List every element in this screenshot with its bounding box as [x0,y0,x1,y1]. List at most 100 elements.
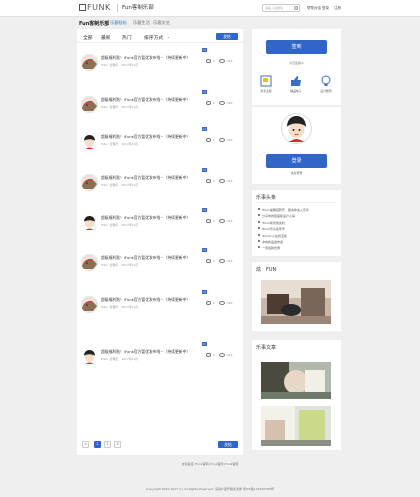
logo-mark-icon [79,4,86,11]
eye-icon [219,138,225,142]
post-title[interactable]: 超级福利贴！iFunk官方暂优发布啦~（持续更新中） [101,349,190,355]
tab-all[interactable]: 全部 [83,34,93,41]
subnav-item-life[interactable]: 乐客生活 [133,20,150,26]
comment-count: 1 [213,353,215,357]
avatar[interactable] [81,254,98,271]
subnav-item-art[interactable]: 乐客文艺 [153,20,170,26]
featured-posts-link[interactable]: 精品帖子 [283,75,309,93]
fun-photo[interactable] [261,280,331,324]
post-row[interactable]: 超级福利贴！iFunk官方暂优发布啦~（持续更新中） Hiter 管理员 2017… [77,48,243,84]
post-group: 管理员 [109,305,119,309]
tab-latest[interactable]: 最新 [101,34,111,41]
subnav-item-relax[interactable]: 乐客轻松 [110,20,127,26]
comment-icon [206,59,211,63]
news-title: 乐事头条 [256,195,277,201]
page-3-button[interactable]: 3 [114,441,121,448]
post-meta: Hiter 管理员 2017年11月 [101,263,138,267]
avatar[interactable] [81,174,98,191]
post-group: 管理员 [109,263,119,267]
page-2-button[interactable]: 2 [104,441,111,448]
article-photo-2[interactable] [261,406,331,446]
post-row[interactable]: 超级福利贴！iFunk官方暂优发布啦~（持续更新中） Hiter 管理员 2017… [77,342,243,378]
post-button[interactable]: 发帖 [216,33,238,40]
top-header: FUNK Fun客制乐部 请输入关键词 帮帮对话 登录 注册 [0,0,420,17]
sign-button[interactable]: 签到 [266,40,327,54]
news-item[interactable]: iFunk暑期招聘开，邀请你加入乐享 [258,208,309,212]
avatar[interactable] [81,296,98,313]
news-item[interactable]: 冲向新品发布会 [258,240,283,244]
article-photo-1[interactable] [261,362,331,399]
post-row[interactable]: 超级福利贴！iFunk官方暂优发布啦~（持续更新中） Hiter 管理员 2017… [77,208,243,244]
post-meta: Hiter 管理员 2017年11月 [101,305,138,309]
post-button-bottom[interactable]: 发帖 [218,441,238,448]
post-author[interactable]: Hiter [101,263,108,267]
icon-label: 新手主题 [260,89,272,93]
page-1-button[interactable]: 1 [94,441,101,448]
tab-sort[interactable]: 排序方式 [144,34,163,41]
news-item[interactable]: 一周最新优惠 [258,246,280,250]
search-placeholder: 请输入关键词 [265,6,284,10]
prev-page-button[interactable]: < [82,441,89,448]
avatar[interactable] [81,348,98,365]
post-author[interactable]: Hiter [101,105,108,109]
post-row[interactable]: 超级福利贴！iFunk官方暂优发布啦~（持续更新中） Hiter 管理员 2017… [77,248,243,284]
post-row[interactable]: 超级福利贴！iFunk官方暂优发布啦~（持续更新中） Hiter 管理员 2017… [77,290,243,326]
chevron-down-icon[interactable]: ⌄ [167,35,170,39]
news-item[interactable]: iFunk新款悦读机 [258,220,285,225]
post-date: 2017年11月 [121,142,138,146]
post-date: 2017年11月 [121,305,138,309]
login-panel: 登录 请先登录 [252,107,341,184]
news-text: 冲向新品发布会 [262,240,284,244]
post-author[interactable]: Hiter [101,305,108,309]
avatar[interactable] [81,214,98,231]
post-title[interactable]: 超级福利贴！iFunk官方暂优发布啦~（持续更新中） [101,297,190,303]
post-author[interactable]: Hiter [101,223,108,227]
comment-count: 1 [213,301,215,305]
tab-hot[interactable]: 热门 [122,34,132,41]
top-link-register[interactable]: 注册 [334,6,341,11]
top-link-chat[interactable]: 帮帮对话 [307,6,321,11]
fun-panel: 炫 FUN [252,262,341,331]
post-title[interactable]: 超级福利贴！iFunk官方暂优发布啦~（持续更新中） [101,97,190,103]
logo-text: FUNK [87,3,111,12]
post-meta: Hiter 管理员 2017年11月 [101,63,138,67]
post-author[interactable]: Hiter [101,183,108,187]
search-input[interactable]: 请输入关键词 [262,4,300,12]
post-meta: Hiter 管理员 2017年11月 [101,223,138,227]
post-title[interactable]: 超级福利贴！iFunk官方暂优发布啦~（持续更新中） [101,55,190,61]
post-date: 2017年11月 [121,263,138,267]
newbie-topic-link[interactable]: 新手主题 [253,75,279,93]
login-button[interactable]: 登录 [266,154,327,168]
bullet-icon [258,214,260,217]
post-meta: Hiter 管理员 2017年11月 [101,357,138,361]
design-rules-link[interactable]: 设计规则 [313,75,339,93]
search-icon[interactable] [294,6,298,10]
image-icon [202,168,207,172]
post-title[interactable]: 超级福利贴！iFunk官方暂优发布啦~（持续更新中） [101,134,190,140]
post-group: 管理员 [109,142,119,146]
post-row[interactable]: 超级福利贴！iFunk官方暂优发布啦~（持续更新中） Hiter 管理员 2017… [77,127,243,163]
post-title[interactable]: 超级福利贴！iFunk官方暂优发布啦~（持续更新中） [101,255,190,261]
post-title[interactable]: 超级福利贴！iFunk官方暂优发布啦~（持续更新中） [101,215,190,221]
eye-icon [219,101,225,105]
logo[interactable]: FUNK [79,3,111,12]
post-row[interactable]: 超级福利贴！iFunk官方暂优发布啦~（持续更新中） Hiter 管理员 2017… [77,168,243,204]
view-count: 111 [227,101,233,105]
post-title[interactable]: 超级福利贴！iFunk官方暂优发布啦~（持续更新中） [101,175,190,181]
post-row[interactable]: 超级福利贴！iFunk官方暂优发布啦~（持续更新中） Hiter 管理员 2017… [77,90,243,126]
avatar[interactable] [81,96,98,113]
news-item[interactable]: 分享你的装备和设计心得 [258,214,295,218]
news-item[interactable]: iFunk1人在线活动 [258,233,287,238]
post-author[interactable]: Hiter [101,142,108,146]
avatar[interactable] [81,133,98,150]
post-author[interactable]: Hiter [101,357,108,361]
image-icon [202,248,207,252]
user-avatar-icon [281,113,312,144]
top-link-login[interactable]: 登录 [322,6,329,11]
avatar[interactable] [81,54,98,71]
comment-count: 1 [213,101,215,105]
post-author[interactable]: Hiter [101,63,108,67]
news-item[interactable]: iFunk乐享嘉年华 [258,227,285,231]
footer-links[interactable]: 友情链接 iFunk官网 iFunk官网 iFunk官网 [0,462,420,466]
eye-icon [219,59,225,63]
